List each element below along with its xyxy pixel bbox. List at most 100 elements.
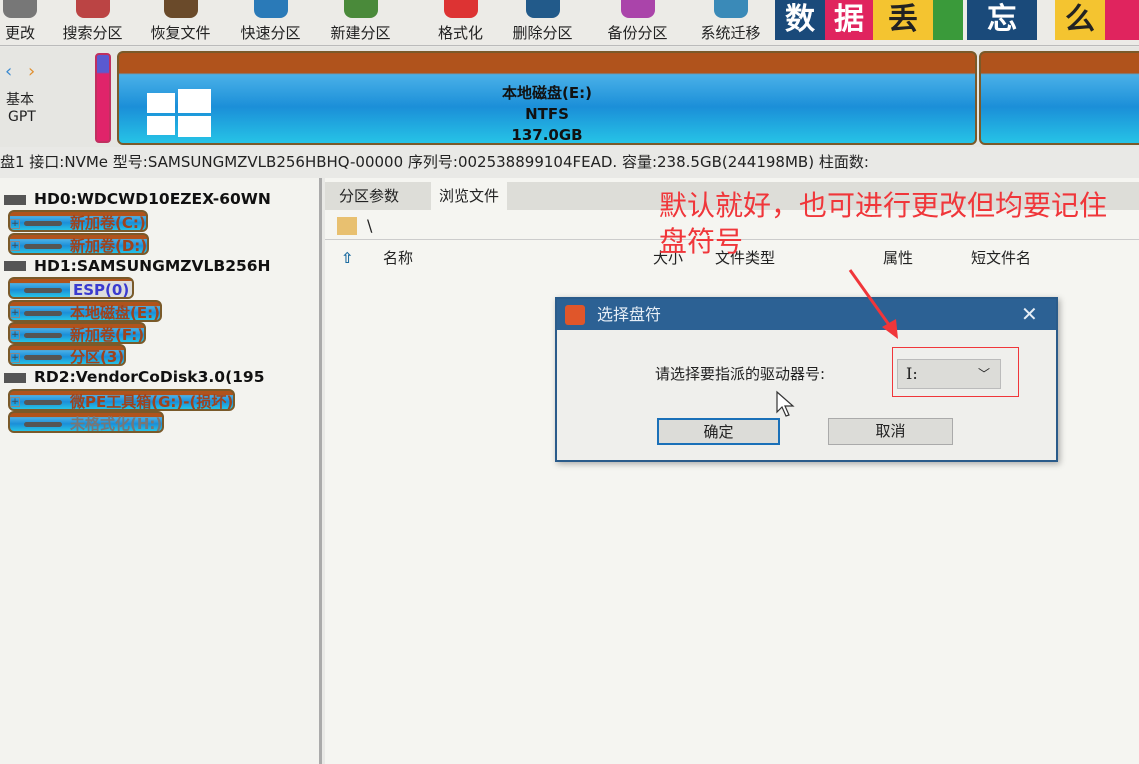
- toolbar-label: 快速分区: [240, 24, 301, 42]
- expand-icon[interactable]: +: [10, 241, 20, 252]
- tree-partition[interactable]: ESP(0): [8, 277, 135, 300]
- tree-label: 新加卷(C:): [70, 214, 146, 233]
- toolbar-button[interactable]: 快速分区: [228, 0, 313, 46]
- toolbar-button[interactable]: 搜索分区: [50, 0, 135, 46]
- toolbar-icon: [343, 0, 378, 18]
- tree-partition[interactable]: 未格式化(H:): [8, 411, 165, 433]
- tab-partition-params[interactable]: 分区参数: [331, 182, 407, 210]
- annotation-note: 默认就好，也可进行更改但均要记住盘符号: [659, 189, 1108, 258]
- tree-disk[interactable]: HD1:SAMSUNGMZVLB256H: [4, 255, 271, 277]
- folder-icon: [337, 217, 357, 235]
- tree-partition[interactable]: + 新加卷(F:): [8, 321, 147, 344]
- partition-block-e[interactable]: 本地磁盘(E:) NTFS 137.0GB: [117, 51, 977, 145]
- partition-icon: [24, 221, 62, 227]
- current-path: \: [367, 216, 373, 235]
- close-icon[interactable]: ✕: [1021, 299, 1038, 330]
- toolbar-icon: [253, 0, 288, 18]
- toolbar-label: 系统迁移: [700, 24, 761, 42]
- expand-icon[interactable]: +: [10, 218, 20, 229]
- disk-tree[interactable]: HD0:WDCWD10EZEX-60WN + 新加卷(C:) + 新加卷(D:) HD1:…: [0, 178, 322, 764]
- toolbar-icon: [443, 0, 478, 18]
- partition-name: 本地磁盘(E:): [502, 84, 592, 102]
- toolbar-icon: [75, 0, 110, 18]
- next-disk-arrow-icon[interactable]: ›: [28, 61, 35, 82]
- banner-tile: [933, 0, 963, 40]
- expand-icon[interactable]: +: [10, 352, 20, 363]
- partition-icon: [24, 399, 62, 405]
- prev-disk-arrow-icon[interactable]: ‹: [5, 61, 12, 82]
- partition-icon: [24, 355, 62, 361]
- disk-icon: [4, 261, 26, 272]
- banner-tile: 丢: [873, 0, 933, 40]
- highlight-box: [892, 347, 1019, 397]
- toolbar-button[interactable]: 新建分区: [318, 0, 403, 46]
- toolbar-button[interactable]: 删除分区: [500, 0, 585, 46]
- tree-partition[interactable]: + 分区(3): [8, 344, 127, 367]
- up-arrow-icon[interactable]: ⇧: [341, 244, 354, 272]
- toolbar-label: 删除分区: [512, 24, 573, 42]
- tree-disk[interactable]: RD2:VendorCoDisk3.0(195: [4, 366, 265, 388]
- dialog-title-bar[interactable]: 选择盘符 ✕: [557, 299, 1056, 330]
- tree-label: 微PE工具箱(G:)-(损坏): [70, 392, 234, 411]
- tree-label: HD1:SAMSUNGMZVLB256H: [34, 256, 271, 275]
- toolbar-button[interactable]: 更改: [0, 0, 40, 46]
- partition-block-f[interactable]: [979, 51, 1139, 145]
- app-logo-icon: [565, 305, 585, 325]
- tree-partition[interactable]: + 本地磁盘(E:): [8, 299, 162, 322]
- expand-icon[interactable]: +: [10, 397, 20, 408]
- ad-banner[interactable]: 数 据 丢 忘 么: [775, 0, 1139, 40]
- partition-icon: [24, 332, 62, 338]
- drive-letter-label: 请选择要指派的驱动器号:: [655, 365, 826, 383]
- tree-label: HD0:WDCWD10EZEX-60WN: [34, 190, 271, 208]
- tree-label: 未格式化(H:): [70, 415, 163, 433]
- banner-tile: [1105, 0, 1139, 40]
- tree-partition[interactable]: + 新加卷(C:): [8, 210, 148, 233]
- mouse-cursor-icon: [776, 390, 795, 417]
- tree-label: 新加卷(F:): [70, 325, 145, 344]
- disk-partition-style: GPT: [8, 109, 36, 125]
- toolbar-button[interactable]: 格式化: [418, 0, 503, 46]
- toolbar-icon: [3, 0, 37, 18]
- right-pane: 分区参数 浏览文件 \ ⇧ 名称 大小 文件类型 属性 短文件名: [325, 178, 1139, 764]
- tree-label: 本地磁盘(E:): [70, 303, 160, 322]
- toolbar-button[interactable]: 备份分区: [595, 0, 680, 46]
- toolbar-icon: [525, 0, 560, 18]
- column-name[interactable]: 名称: [383, 244, 413, 272]
- partition-icon: [24, 243, 62, 249]
- toolbar-button[interactable]: 恢复文件: [138, 0, 223, 46]
- partition-fs: NTFS: [525, 105, 569, 123]
- disk-info-line: 盘1 接口:NVMe 型号:SAMSUNGMZVLB256HBHQ-00000 …: [0, 150, 1139, 174]
- toolbar-icon: [713, 0, 748, 18]
- partition-icon: [24, 310, 62, 316]
- tree-partition[interactable]: + 微PE工具箱(G:)-(损坏): [8, 388, 236, 411]
- toolbar-label: 搜索分区: [62, 24, 123, 42]
- expand-icon[interactable]: +: [10, 308, 20, 318]
- tab-browse-files[interactable]: 浏览文件: [431, 182, 508, 210]
- disk-icon: [4, 372, 26, 383]
- toolbar-label: 新建分区: [330, 24, 391, 42]
- toolbar-label: 恢复文件: [150, 24, 211, 42]
- expand-icon[interactable]: +: [10, 330, 20, 341]
- cancel-button[interactable]: 取消: [828, 418, 953, 445]
- red-arrow-annotation: [848, 269, 898, 339]
- dialog-title: 选择盘符: [597, 305, 662, 324]
- disk-type: 基本: [6, 92, 34, 108]
- esp-partition-block[interactable]: [95, 53, 111, 143]
- toolbar-label: 格式化: [437, 24, 483, 42]
- toolbar-label: 备份分区: [607, 24, 668, 42]
- tree-partition[interactable]: + 新加卷(D:): [8, 232, 150, 255]
- toolbar-label: 更改: [4, 24, 35, 42]
- disk-map: ‹ › 基本 GPT 本地磁盘(E:) NTFS 137.0GB: [0, 47, 1139, 147]
- ok-button[interactable]: 确定: [657, 418, 780, 445]
- partition-icon: [24, 288, 62, 294]
- banner-tile: 么: [1055, 0, 1105, 40]
- tree-label: RD2:VendorCoDisk3.0(195: [34, 368, 265, 387]
- toolbar-icon: [620, 0, 655, 18]
- toolbar-button[interactable]: 系统迁移: [688, 0, 773, 46]
- tree-disk[interactable]: HD0:WDCWD10EZEX-60WN: [4, 188, 271, 210]
- tree-label: ESP(0): [70, 281, 133, 298]
- disk-icon: [4, 194, 26, 205]
- partition-icon: [24, 422, 62, 427]
- toolbar-icon: [163, 0, 198, 18]
- banner-tile: 忘: [967, 0, 1037, 40]
